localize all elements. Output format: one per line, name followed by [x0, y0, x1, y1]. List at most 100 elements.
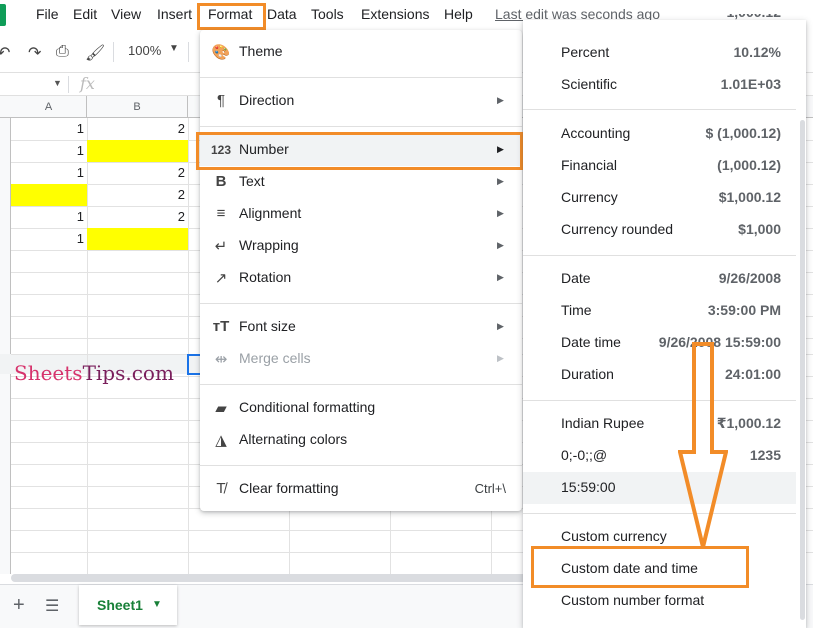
column-header-b[interactable]: B — [87, 96, 188, 118]
menu-data[interactable]: Data — [267, 6, 297, 22]
format-example: $1,000 — [738, 221, 781, 237]
format-example: 1235 — [749, 447, 781, 463]
format-example: (1,000.12) — [717, 157, 781, 173]
cell-a3[interactable]: 1 — [11, 162, 87, 184]
format-label: Time — [561, 302, 592, 318]
format-menu-rotation[interactable]: ↗ Rotation ▶ — [200, 262, 522, 294]
cell-a1[interactable]: 1 — [11, 118, 87, 140]
sheet-tab-sheet1[interactable]: Sheet1 ▼ — [79, 585, 177, 625]
format-label: Custom number format — [561, 592, 705, 608]
cell-a2[interactable]: 1 — [11, 140, 87, 162]
zoom-select[interactable]: 100% — [128, 43, 161, 58]
format-example: 10.12% — [733, 44, 781, 60]
format-label: Percent — [561, 44, 610, 60]
format-custom-number-format[interactable]: Custom number format — [523, 585, 796, 617]
format-time-pattern[interactable]: 15:59:00 — [523, 472, 796, 504]
format-label: Indian Rupee — [561, 415, 645, 431]
format-menu-wrapping[interactable]: ↵ Wrapping ▶ — [200, 230, 522, 262]
direction-icon: ¶ — [216, 92, 226, 109]
toolbar-divider — [188, 42, 189, 62]
paint-format-icon[interactable]: 🖌 — [85, 43, 105, 63]
format-menu-text[interactable]: B Text ▶ — [200, 166, 522, 198]
sheet-tab-label: Sheet1 — [97, 597, 143, 613]
format-menu-alternating-colors[interactable]: ◮ Alternating colors — [200, 424, 522, 456]
toolbar-divider — [113, 42, 114, 62]
format-menu-font-size[interactable]: тT Font size ▶ — [200, 311, 522, 343]
rotation-icon: ↗ — [214, 270, 228, 287]
print-icon[interactable]: ⎙ — [56, 43, 69, 61]
cell-b3[interactable]: 2 — [87, 162, 188, 184]
menu-divider — [523, 255, 796, 256]
menu-extensions[interactable]: Extensions — [361, 6, 429, 22]
undo-icon[interactable]: ↶ — [0, 43, 10, 63]
format-menu-alignment[interactable]: ≡ Alignment ▶ — [200, 198, 522, 230]
format-financial[interactable]: Financial (1,000.12) — [523, 150, 796, 182]
format-menu-merge-cells: ⇹ Merge cells ▶ — [200, 343, 522, 375]
conditional-formatting-icon: ▰ — [215, 400, 227, 417]
format-currency-rounded[interactable]: Currency rounded $1,000 — [523, 214, 796, 246]
format-label: 0;-0;;@ — [561, 447, 608, 463]
cell-b1[interactable]: 2 — [87, 118, 188, 140]
fx-icon: fx — [80, 74, 95, 93]
submenu-arrow-icon: ▶ — [497, 353, 504, 363]
format-indian-rupee[interactable]: Indian Rupee ₹1,000.12 — [523, 408, 796, 440]
cell-b5[interactable]: 2 — [87, 206, 188, 228]
add-sheet-button[interactable]: + — [13, 594, 25, 617]
format-example: 24:01:00 — [724, 366, 781, 382]
menu-edit[interactable]: Edit — [73, 6, 97, 22]
format-currency[interactable]: Currency $1,000.12 — [523, 182, 796, 214]
cell-b6[interactable] — [87, 228, 188, 250]
format-label: Currency — [561, 189, 618, 205]
menu-tools[interactable]: Tools — [311, 6, 344, 22]
menu-divider — [523, 513, 796, 514]
menu-file[interactable]: File — [36, 6, 59, 22]
cell-a4[interactable] — [11, 184, 87, 206]
format-menu-direction[interactable]: ¶ Direction ▶ — [200, 85, 522, 117]
menu-item-label: Direction — [239, 92, 295, 108]
menu-item-label: Text — [239, 173, 265, 189]
format-menu-theme[interactable]: 🎨 Theme — [200, 36, 522, 68]
menu-item-label: Merge cells — [239, 350, 311, 366]
menu-divider — [200, 303, 522, 304]
format-accounting[interactable]: Accounting $ (1,000.12) — [523, 118, 796, 150]
format-percent[interactable]: Percent 10.12% — [523, 37, 796, 69]
sheets-logo-icon[interactable] — [0, 4, 6, 26]
name-box-dropdown-icon[interactable]: ▼ — [53, 78, 62, 88]
shortcut-label: Ctrl+\ — [474, 481, 506, 496]
chevron-down-icon[interactable]: ▼ — [152, 599, 162, 610]
format-label: Custom currency — [561, 528, 667, 544]
redo-icon[interactable]: ↷ — [28, 43, 41, 63]
horizontal-scrollbar[interactable] — [11, 574, 531, 582]
cell-b4[interactable]: 2 — [87, 184, 188, 206]
column-header-a[interactable]: A — [11, 96, 87, 118]
all-sheets-menu-icon[interactable]: ☰ — [45, 596, 59, 616]
submenu-arrow-icon: ▶ — [497, 208, 504, 218]
menu-view[interactable]: View — [111, 6, 141, 22]
number-item-highlight-box — [196, 132, 523, 170]
format-duration[interactable]: Duration 24:01:00 — [523, 359, 796, 391]
format-date-time[interactable]: Date time 9/26/2008 15:59:00 — [523, 327, 796, 359]
font-size-icon: тT — [212, 318, 230, 335]
format-time[interactable]: Time 3:59:00 PM — [523, 295, 796, 327]
cell-a5[interactable]: 1 — [11, 206, 87, 228]
cell-b2[interactable] — [87, 140, 188, 162]
format-scientific[interactable]: Scientific 1.01E+03 — [523, 69, 796, 101]
menu-help[interactable]: Help — [444, 6, 473, 22]
format-date[interactable]: Date 9/26/2008 — [523, 263, 796, 295]
format-menu-clear-formatting[interactable]: T̸ Clear formatting Ctrl+\ — [200, 473, 522, 505]
chevron-down-icon[interactable]: ▼ — [169, 43, 179, 54]
row-header-gutter[interactable] — [0, 118, 11, 574]
format-menu-conditional-formatting[interactable]: ▰ Conditional formatting — [200, 392, 522, 424]
submenu-scrollbar[interactable] — [800, 120, 805, 620]
number-format-partial-row: 1,000.12 — [523, 14, 796, 34]
menu-insert[interactable]: Insert — [157, 6, 192, 22]
format-custom-pattern[interactable]: 0;-0;;@ 1235 — [523, 440, 796, 472]
format-label: 15:59:00 — [561, 479, 616, 495]
submenu-arrow-icon: ▶ — [497, 321, 504, 331]
palette-icon: 🎨 — [211, 44, 231, 61]
cell-a6[interactable]: 1 — [11, 228, 87, 250]
menu-divider — [200, 384, 522, 385]
clear-formatting-icon: T̸ — [216, 480, 226, 497]
alternating-colors-icon: ◮ — [215, 432, 227, 449]
menu-item-label: Theme — [239, 43, 283, 59]
